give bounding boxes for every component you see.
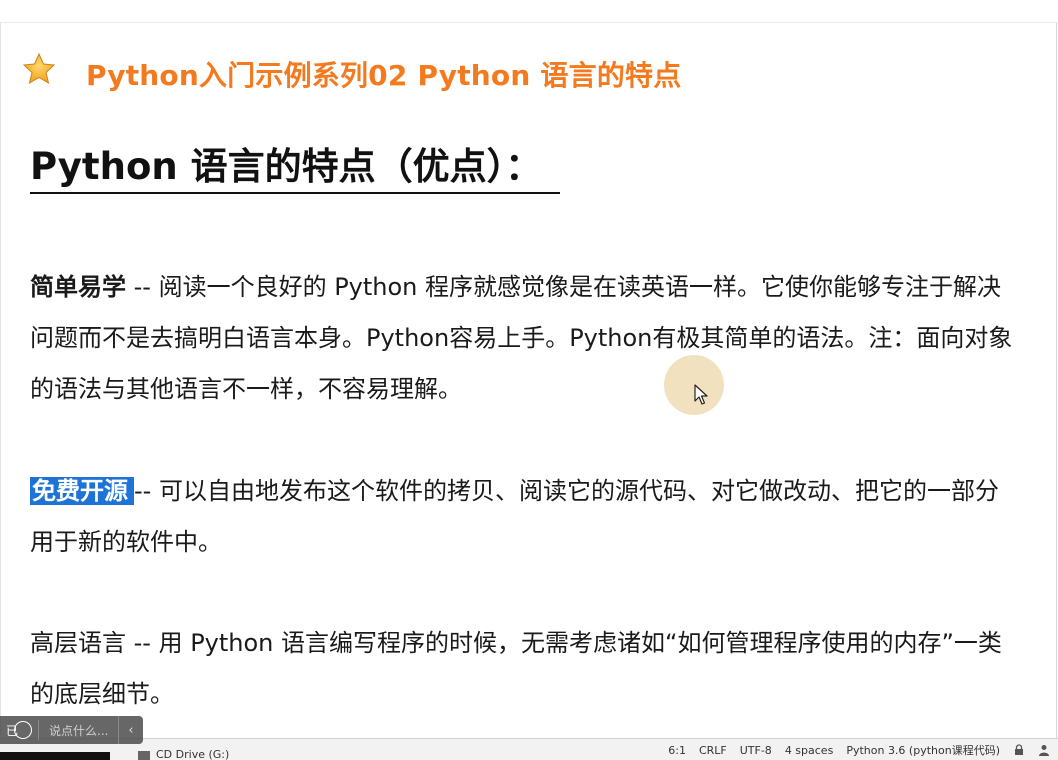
selected-term-label: 免费开源 — [30, 477, 134, 505]
document-header: Python入门示例系列02 Python 语言的特点 — [22, 44, 681, 104]
paragraph-high-level-language: 高层语言 -- 用 Python 语言编写程序的时候，无需考虑诸如“如何管理程序… — [30, 618, 1020, 720]
lock-icon[interactable] — [1013, 744, 1025, 756]
person-icon[interactable] — [1038, 744, 1050, 756]
cursor-position[interactable]: 6:1 — [668, 744, 686, 757]
paragraph-text: -- 阅读一个良好的 Python 程序就感觉像是在读英语一样。它使你能够专注于… — [30, 273, 1013, 403]
indent-setting[interactable]: 4 spaces — [785, 744, 834, 757]
chevron-left-icon[interactable]: ‹ — [118, 716, 143, 744]
paragraph-text: -- 用 Python 语言编写程序的时候，无需考虑诸如“如何管理程序使用的内存… — [30, 629, 1002, 708]
smiley-icon — [14, 721, 32, 739]
star-icon — [22, 52, 56, 86]
interpreter-selector[interactable]: Python 3.6 (python课程代码) — [846, 742, 1000, 758]
paragraph-easy-to-learn: 简单易学 -- 阅读一个良好的 Python 程序就感觉像是在读英语一样。它使你… — [30, 262, 1020, 415]
term-label: 简单易学 — [30, 273, 126, 301]
screen: Python入门示例系列02 Python 语言的特点 Python 语言的特点… — [0, 0, 1058, 760]
file-encoding[interactable]: UTF-8 — [740, 744, 772, 757]
page-heading: Python 语言的特点（优点）： — [30, 136, 561, 194]
chat-input[interactable]: 说点什么... — [39, 722, 118, 739]
series-title: Python入门示例系列02 Python 语言的特点 — [86, 59, 682, 92]
paragraph-text: -- 可以自由地发布这个软件的拷贝、阅读它的源代码、对它做改动、把它的一部分用于… — [30, 477, 999, 556]
chat-input-bar: 已 说点什么... ‹ — [0, 716, 143, 744]
mouse-pointer-icon — [694, 384, 708, 406]
paragraph-free-open-source: 免费开源 -- 可以自由地发布这个软件的拷贝、阅读它的源代码、对它做改动、把它的一… — [30, 466, 1020, 568]
taskbar-drive-item[interactable]: CD Drive (G:) — [138, 748, 229, 760]
drive-icon — [138, 750, 150, 760]
line-ending[interactable]: CRLF — [699, 744, 727, 757]
term-label: 高层语言 — [30, 629, 126, 657]
chat-emoji-button[interactable]: 已 — [0, 716, 38, 744]
drive-label: CD Drive (G:) — [156, 748, 230, 760]
taskbar-strip — [0, 752, 110, 760]
